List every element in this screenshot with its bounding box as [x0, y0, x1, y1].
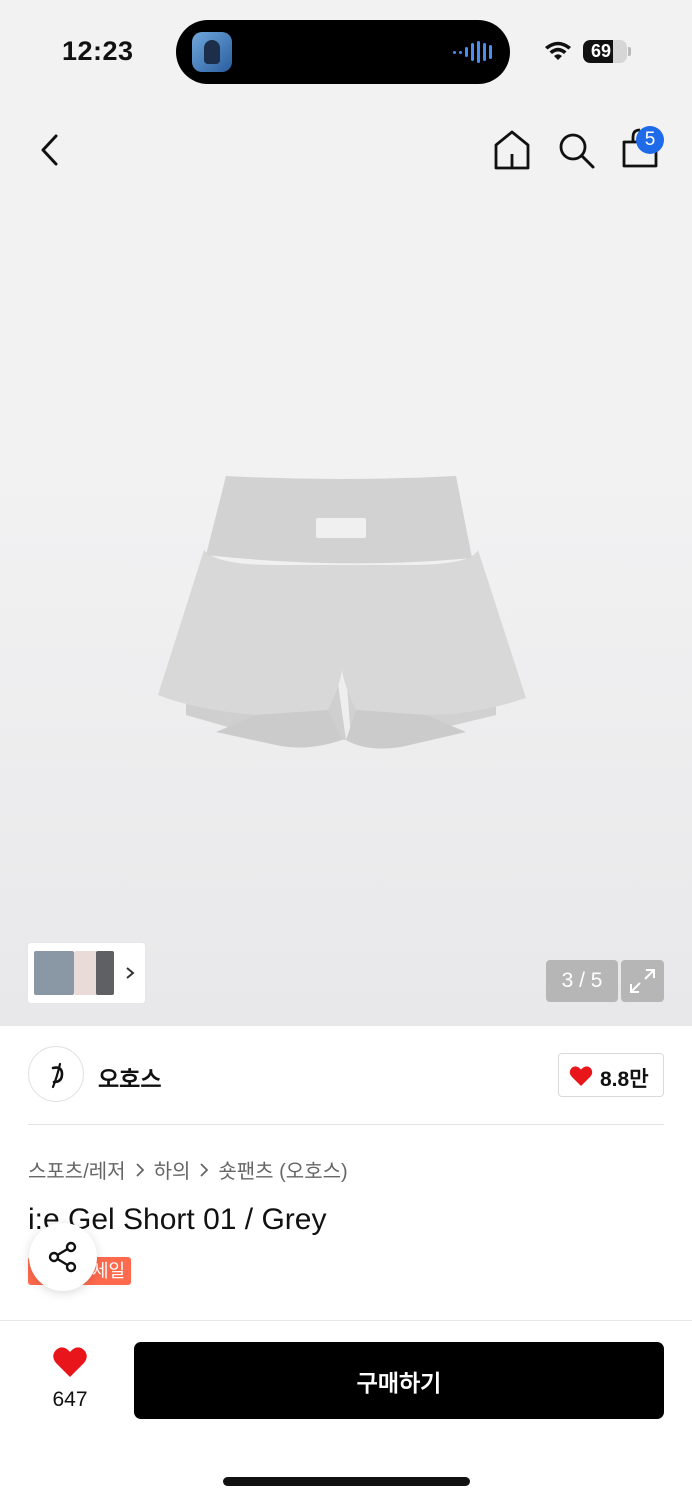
dynamic-island[interactable]	[176, 20, 510, 84]
battery-percent: 69	[590, 41, 612, 61]
home-icon[interactable]	[492, 128, 532, 172]
thumbnail-grey[interactable]	[34, 951, 74, 995]
app-icon	[192, 32, 232, 72]
battery-tip	[628, 47, 631, 56]
breadcrumb: 스포츠/레저 하의 숏팬츠 (오호스)	[28, 1155, 348, 1184]
battery-icon: 69	[583, 40, 627, 63]
share-icon	[48, 1241, 77, 1273]
search-icon[interactable]	[556, 130, 596, 170]
expand-button[interactable]	[621, 960, 664, 1002]
wifi-icon	[545, 41, 571, 60]
heart-icon	[569, 1066, 593, 1086]
thumbnail-dark[interactable]	[96, 951, 114, 995]
brand-like-count: 8.8만	[600, 1068, 649, 1091]
divider	[28, 1124, 664, 1125]
breadcrumb-item-type[interactable]: 숏팬츠 (오호스)	[218, 1155, 347, 1184]
breadcrumb-item-category[interactable]: 스포츠/레저	[28, 1155, 126, 1184]
product-image[interactable]	[156, 470, 528, 760]
like-count: 647	[52, 1388, 88, 1411]
image-page-indicator: 3 / 5	[546, 960, 618, 1002]
brand-like-button[interactable]: 8.8만	[558, 1053, 664, 1097]
status-time: 12:23	[62, 36, 134, 66]
back-arrow-icon[interactable]	[34, 130, 74, 170]
chevron-right-icon	[200, 1162, 209, 1177]
share-button[interactable]	[29, 1223, 97, 1291]
thumbnail-strip[interactable]	[28, 943, 145, 1003]
brand-logo-icon	[51, 1062, 64, 1089]
heart-icon[interactable]	[52, 1346, 88, 1378]
brand-logo[interactable]	[28, 1046, 84, 1102]
buy-button[interactable]: 구매하기	[134, 1342, 664, 1419]
cart-count-badge: 5	[636, 126, 664, 154]
chevron-right-icon[interactable]	[122, 961, 138, 985]
chevron-right-icon	[135, 1162, 144, 1177]
brand-name[interactable]: 오호스	[98, 1060, 161, 1094]
breadcrumb-item-subcategory[interactable]: 하의	[154, 1155, 191, 1184]
audio-wave-icon	[453, 40, 492, 64]
home-indicator[interactable]	[223, 1477, 470, 1486]
expand-icon	[630, 969, 655, 993]
